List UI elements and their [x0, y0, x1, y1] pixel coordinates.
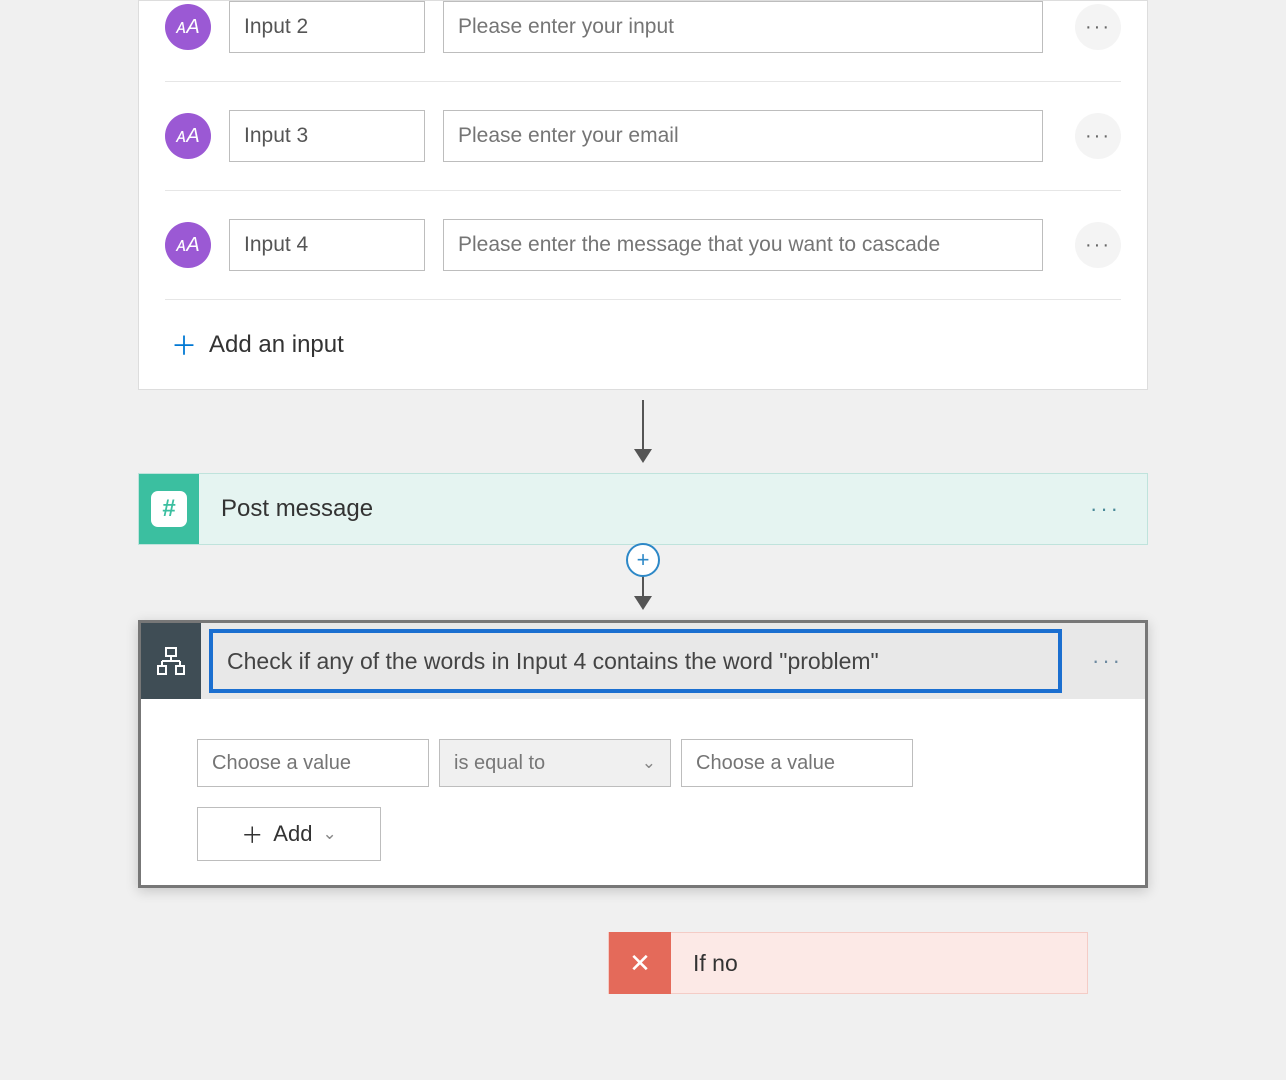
input-name-field[interactable]	[229, 219, 425, 271]
input-row: ᴀA ···	[165, 1, 1121, 82]
condition-header: ···	[141, 623, 1145, 699]
add-input-label: Add an input	[209, 331, 344, 359]
input-row: ᴀA ···	[165, 191, 1121, 300]
condition-icon	[141, 623, 201, 699]
text-icon: ᴀA	[165, 222, 211, 268]
input-more-button[interactable]: ···	[1075, 222, 1121, 268]
chevron-down-icon: ⌄	[642, 753, 656, 773]
input-more-button[interactable]: ···	[1075, 4, 1121, 50]
input-description-field[interactable]	[443, 219, 1043, 271]
condition-operator-select[interactable]: is equal to ⌄	[439, 739, 671, 787]
add-input-button[interactable]: ＋ Add an input	[171, 300, 1121, 363]
plus-icon: ＋	[171, 326, 197, 363]
slack-hash-icon: #	[139, 474, 199, 544]
add-label: Add	[273, 821, 312, 847]
input-description-field[interactable]	[443, 110, 1043, 162]
condition-more-button[interactable]: ···	[1070, 623, 1145, 699]
condition-body: is equal to ⌄ ＋ Add ⌄	[141, 699, 1145, 885]
condition-right-value[interactable]	[681, 739, 913, 787]
condition-card: ··· is equal to ⌄ ＋ Add ⌄	[138, 620, 1148, 888]
input-row: ᴀA ···	[165, 82, 1121, 191]
insert-step-button[interactable]: +	[626, 543, 660, 577]
if-no-label: If no	[671, 950, 738, 977]
if-no-branch[interactable]: ✕ If no	[608, 932, 1088, 994]
step-more-button[interactable]: ···	[1064, 496, 1147, 522]
text-icon: ᴀA	[165, 113, 211, 159]
operator-label: is equal to	[454, 752, 545, 775]
plus-icon: ＋	[241, 818, 263, 850]
chevron-down-icon: ⌄	[322, 824, 336, 844]
trigger-inputs-card: ᴀA ··· ᴀA ··· ᴀA ··· ＋ Add an input	[138, 0, 1148, 390]
text-icon: ᴀA	[165, 4, 211, 50]
post-message-step[interactable]: # Post message ···	[138, 473, 1148, 545]
input-more-button[interactable]: ···	[1075, 113, 1121, 159]
step-title: Post message	[199, 495, 1064, 523]
flow-arrow-icon	[634, 573, 652, 610]
flow-arrow-icon	[634, 400, 652, 463]
close-icon: ✕	[609, 932, 671, 994]
condition-left-value[interactable]	[197, 739, 429, 787]
input-name-field[interactable]	[229, 110, 425, 162]
input-name-field[interactable]	[229, 1, 425, 53]
add-condition-button[interactable]: ＋ Add ⌄	[197, 807, 381, 861]
condition-title-input[interactable]	[209, 629, 1062, 693]
input-description-field[interactable]	[443, 1, 1043, 53]
